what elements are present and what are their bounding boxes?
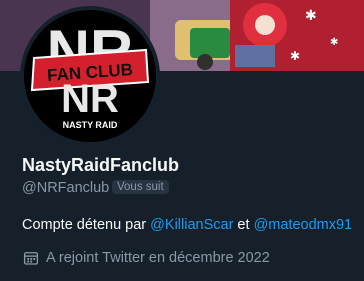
bio-text: Compte détenu par [22, 217, 151, 233]
svg-text:✱: ✱ [305, 8, 317, 24]
display-name: NastyRaidFanclub [22, 155, 180, 175]
mention-link-mateodmx91[interactable]: @mateodmx91 [254, 217, 353, 233]
join-date: A rejoint Twitter en décembre 2022 [22, 249, 270, 267]
svg-text:✱: ✱ [290, 49, 300, 63]
mention-link-killianscar[interactable]: @KillianScar [150, 217, 233, 233]
svg-text:NR: NR [61, 77, 119, 121]
logo-bottom-text: NASTY RAID [63, 120, 118, 130]
user-handle: @NRFanclub [22, 180, 110, 196]
avatar[interactable]: NR FAN CLUB NR NASTY RAID [24, 10, 156, 142]
joined-text: A rejoint Twitter en décembre 2022 [46, 250, 270, 266]
follows-you-badge: Vous suit [112, 180, 169, 194]
bio-connector: et [233, 217, 254, 233]
fanclub-logo: NR FAN CLUB NR NASTY RAID [24, 10, 156, 142]
svg-text:✱: ✱ [330, 37, 338, 48]
calendar-icon [22, 249, 40, 267]
avatar-border: NR FAN CLUB NR NASTY RAID [20, 6, 160, 146]
profile-bio: Compte détenu par @KillianScar et @mateo… [22, 217, 352, 233]
